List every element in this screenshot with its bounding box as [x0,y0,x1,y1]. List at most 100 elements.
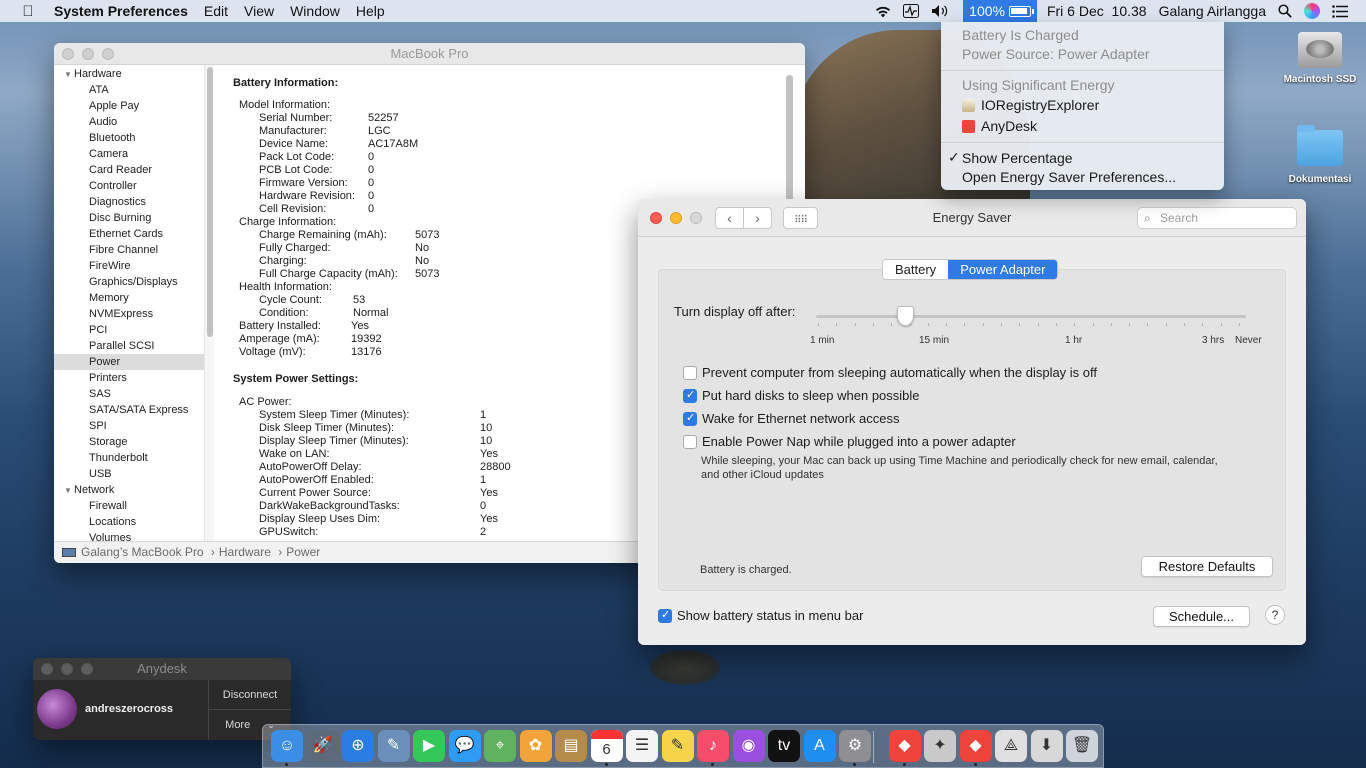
sidebar-item-controller[interactable]: Controller [54,178,213,194]
option-prevent-sleep[interactable]: Prevent computer from sleeping automatic… [683,365,1097,380]
sidebar-item-ethernet-cards[interactable]: Ethernet Cards [54,226,213,242]
sidebar-item-pci[interactable]: PCI [54,322,213,338]
sidebar-item-parallel-scsi[interactable]: Parallel SCSI [54,338,213,354]
dock-music-icon[interactable]: ♪ [697,730,729,762]
dock-messages-icon[interactable]: 💬 [448,730,481,762]
dock-anydesk-icon[interactable]: ◆ [888,730,921,762]
option-disk-sleep[interactable]: Put hard disks to sleep when possible [683,388,920,403]
path-hardware[interactable]: Hardware [219,545,271,559]
menu-item-open-energy-saver[interactable]: Open Energy Saver Preferences... [962,169,1176,185]
desktop-icon-macintosh-ssd[interactable]: Macintosh SSD [1275,32,1365,85]
sidebar-item-firewire[interactable]: FireWire [54,258,213,274]
sidebar-item-ata[interactable]: ATA [54,82,213,98]
sidebar-item-power[interactable]: Power [54,354,213,370]
dock-notes-icon[interactable]: ✎ [661,730,694,762]
display-off-slider-track[interactable] [816,315,1246,318]
dock-safari-icon[interactable]: ⊕ [342,730,374,762]
sidebar-item-diagnostics[interactable]: Diagnostics [54,194,213,210]
dock-preview-icon[interactable]: ✎ [377,730,410,762]
dock-anydesk-icon[interactable]: ◆ [959,730,992,762]
sidebar-scrollbar[interactable] [204,65,214,541]
checkbox-power-nap[interactable] [683,434,697,449]
sidebar-item-usb[interactable]: USB [54,466,213,482]
sidebar-item-spi[interactable]: SPI [54,418,213,434]
dock-app-store-icon[interactable]: A [803,730,836,762]
sidebar-item-bluetooth[interactable]: Bluetooth [54,130,213,146]
dock-system-preferences-icon[interactable]: ⚙ [839,730,871,762]
minimize-button[interactable] [82,48,94,60]
checkbox-prevent-sleep[interactable] [683,365,697,380]
zoom-button[interactable] [102,48,114,60]
sidebar-item-volumes[interactable]: Volumes [54,530,213,541]
user-menu[interactable]: Galang Airlangga [1159,0,1266,22]
search-field[interactable]: ⌕ Search [1137,207,1297,229]
sidebar-item-nvmexpress[interactable]: NVMExpress [54,306,213,322]
dock-reminders-icon[interactable]: ☰ [626,730,658,762]
menu-item-ioregistryexplorer[interactable]: IORegistryExplorer [962,97,1099,113]
option-show-battery-status[interactable]: Show battery status in menu bar [658,608,863,623]
sidebar-group-hardware[interactable]: ▼ Hardware [54,66,213,82]
checkbox-disk-sleep[interactable] [683,388,697,403]
checkbox-show-battery-status[interactable] [658,608,672,623]
sidebar-item-audio[interactable]: Audio [54,114,213,130]
sidebar-item-sata-sata-express[interactable]: SATA/SATA Express [54,402,213,418]
dock-trash-icon[interactable]: 🗑 [1066,730,1098,762]
dock-notefile-icon[interactable]: ▤ [555,730,587,762]
schedule-button[interactable]: Schedule... [1153,606,1250,627]
tab-battery[interactable]: Battery [883,260,949,279]
disclosure-triangle-icon[interactable]: ▼ [64,67,74,83]
spotlight-icon[interactable] [1278,0,1292,22]
dock-podcasts-icon[interactable]: ◉ [732,730,765,762]
sidebar-item-memory[interactable]: Memory [54,290,213,306]
sidebar-item-firewall[interactable]: Firewall [54,498,213,514]
sidebar-item-graphics-displays[interactable]: Graphics/Displays [54,274,213,290]
dock-calendar-icon[interactable]: 6 [590,730,623,762]
minimize-button[interactable] [61,663,73,675]
desktop-icon-dokumentasi[interactable]: Dokumentasi [1275,125,1365,185]
option-wake-ethernet[interactable]: Wake for Ethernet network access [683,411,900,426]
sidebar-item-sas[interactable]: SAS [54,386,213,402]
battery-status-menu[interactable]: 100% [963,0,1037,22]
app-menu[interactable]: System Preferences [54,3,188,19]
menu-item-anydesk[interactable]: AnyDesk [962,118,1037,134]
menu-window[interactable]: Window [290,3,340,19]
disconnect-button[interactable]: Disconnect [209,680,291,710]
dock-facetime-icon[interactable]: ▶ [413,730,445,762]
menu-edit[interactable]: Edit [204,3,228,19]
sidebar-group-network[interactable]: ▼ Network [54,482,213,498]
dock-directory-utility-icon[interactable]: ✦ [924,730,956,762]
sidebar-item-locations[interactable]: Locations [54,514,213,530]
dock-finder-icon[interactable]: ☺ [271,730,303,762]
sidebar-item-card-reader[interactable]: Card Reader [54,162,213,178]
dock-maps-icon[interactable]: ⌖ [484,730,516,762]
volume-icon[interactable] [931,0,951,22]
sidebar-item-printers[interactable]: Printers [54,370,213,386]
dock-network-radar-icon[interactable]: ⟁ [995,730,1027,762]
dock-launchpad-icon[interactable]: 🚀 [306,730,339,762]
menu-view[interactable]: View [244,3,274,19]
help-button[interactable]: ? [1265,605,1285,625]
close-button[interactable] [41,663,53,675]
content-scrollbar[interactable] [786,75,793,205]
option-power-nap[interactable]: Enable Power Nap while plugged into a po… [683,434,1016,449]
disclosure-triangle-icon[interactable]: ▼ [64,483,74,499]
display-off-slider-knob[interactable] [897,306,914,326]
dock-downloads-icon[interactable]: ⬇ [1030,730,1063,762]
clock[interactable]: Fri 6 Dec 10.38 [1047,0,1147,22]
tab-power-adapter[interactable]: Power Adapter [948,260,1058,279]
menu-item-show-percentage[interactable]: Show Percentage [962,150,1073,166]
activity-monitor-icon[interactable] [903,0,920,22]
menu-help[interactable]: Help [356,3,385,19]
sidebar-item-apple-pay[interactable]: Apple Pay [54,98,213,114]
dock-photos-icon[interactable]: ✿ [519,730,552,762]
wifi-icon[interactable] [875,0,891,22]
sidebar-item-thunderbolt[interactable]: Thunderbolt [54,450,213,466]
sidebar-item-camera[interactable]: Camera [54,146,213,162]
sidebar-item-storage[interactable]: Storage [54,434,213,450]
dock-tv-icon[interactable]: tv [768,730,800,762]
zoom-button[interactable] [81,663,93,675]
siri-icon[interactable] [1304,0,1320,22]
sidebar-item-disc-burning[interactable]: Disc Burning [54,210,213,226]
notification-center-icon[interactable] [1332,0,1348,22]
apple-menu-icon[interactable]:  [18,3,38,20]
